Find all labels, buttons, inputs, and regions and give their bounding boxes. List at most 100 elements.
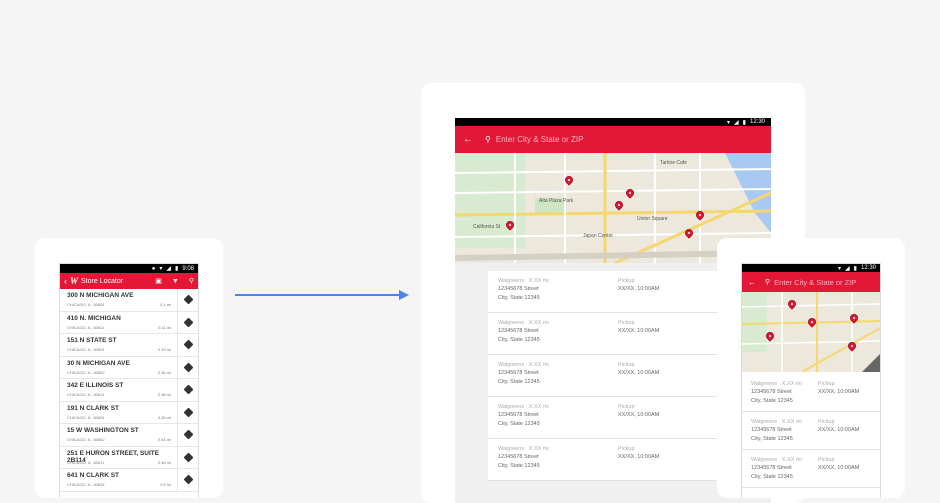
store-street: 12345678 Street (751, 389, 792, 396)
store-distance: 0.11 mi (158, 324, 171, 330)
status-bar: ▾ ◢ ▮ 12:30 (742, 264, 880, 272)
back-icon[interactable]: ‹ (64, 276, 67, 286)
search-input[interactable]: Enter City & State or ZIP (774, 278, 856, 287)
directions-button[interactable] (177, 469, 198, 491)
walgreens-logo-icon: W (70, 276, 79, 286)
result-card[interactable]: Walgreens X.XX mi 12345678 Street City, Sta… (742, 412, 880, 450)
map-label-japantown: Japan Center (583, 233, 614, 239)
store-city: CHICAGO, IL, 60601 (67, 347, 105, 352)
directions-icon (183, 452, 193, 463)
store-distance: 0.38 mi (157, 392, 171, 397)
store-info: 151 N STATE ST CHICAGO, IL, 60601 0.33 mi (67, 334, 177, 356)
map-view[interactable] (742, 292, 880, 372)
store-city: CHICAGO, IL, 60602 (67, 369, 105, 375)
store-name: Walgreens (751, 419, 778, 425)
store-distance: X.XX mi (528, 404, 549, 410)
status-bar: ● ▾ ◢ ▮ 9:08 (60, 264, 198, 273)
store-street: 12345678 Street (498, 412, 539, 419)
list-item[interactable]: 30 N MICHIGAN AVE CHICAGO, IL, 60602 0.36 … (60, 356, 198, 379)
filter-icon[interactable]: ▼ (172, 278, 179, 285)
pickup-time: XX/XX, 10:00AM (818, 465, 860, 472)
store-city: CHICAGO, IL, 60611 (67, 324, 105, 330)
result-card[interactable]: Walgreens X.XX mi 12345678 Street City, Sta… (488, 271, 738, 313)
store-address: 342 E ILLINOIS ST (67, 382, 124, 389)
result-card[interactable]: Walgreens X.XX mi 12345678 Street City, Sta… (488, 355, 738, 397)
directions-button[interactable] (177, 334, 198, 356)
list-item[interactable]: 191 N CLARK ST CHICAGO, IL, 60601 0.39 mi (60, 401, 198, 424)
directions-button[interactable] (177, 289, 198, 311)
store-info: 15 W WASHINGTON ST CHICAGO, IL, 60602 0.44… (67, 424, 177, 446)
directions-icon (183, 294, 193, 305)
directions-button[interactable] (177, 311, 198, 333)
map-label-cafe: Tartine Cafe (660, 160, 687, 166)
search-icon[interactable]: ⚲ (189, 277, 194, 285)
status-time: 12:30 (749, 119, 765, 125)
directions-button[interactable] (177, 356, 198, 378)
result-card[interactable]: Walgreens X.XX mi 12345678 Street City, Sta… (488, 439, 738, 481)
back-arrow-icon[interactable]: ← (748, 278, 756, 287)
directions-icon (183, 384, 193, 395)
store-city: CHICAGO, IL, 60611 (67, 392, 105, 397)
store-address: 300 N MICHIGAN AVE (67, 292, 134, 299)
list-item[interactable]: 410 N. MICHIGAN CHICAGO, IL, 60611 0.11 mi (60, 311, 198, 334)
store-name: Walgreens (751, 457, 778, 463)
map-view-icon[interactable]: ▣ (155, 277, 162, 285)
back-arrow-icon[interactable]: ← (463, 134, 473, 145)
list-item[interactable]: 300 N MICHIGAN AVE CHICAGO, IL, 60601 0.1 … (60, 289, 198, 312)
store-distance: 0.39 mi (157, 414, 171, 420)
map-label-park: Alta Plaza Park (539, 198, 574, 204)
result-card[interactable]: Walgreens X.XX mi 12345678 Street City, Sta… (742, 374, 880, 412)
list-item[interactable]: 151 N STATE ST CHICAGO, IL, 60601 0.33 mi (60, 334, 198, 357)
list-item[interactable]: 15 W WASHINGTON ST CHICAGO, IL, 60602 0.44… (60, 424, 198, 447)
store-street: 12345678 Street (751, 465, 792, 472)
store-city: City, State 12345 (751, 435, 793, 442)
store-list: 300 N MICHIGAN AVE CHICAGO, IL, 60601 0.1 … (60, 289, 198, 492)
store-city: CHICAGO, IL, 60602 (67, 437, 105, 442)
store-distance: X.XX mi (528, 278, 549, 284)
search-bar: ← ⚲ Enter City & State or ZIP (742, 272, 880, 292)
store-distance: X.XX mi (528, 320, 549, 326)
pickup-time: XX/XX, 10:00AM (618, 370, 660, 377)
directions-button[interactable] (177, 401, 198, 423)
result-card[interactable]: Walgreens X.XX mi 12345678 Street City, Sta… (742, 450, 880, 488)
store-address: 641 N CLARK ST (67, 472, 120, 479)
pickup-time: XX/XX, 10:00AM (818, 427, 860, 434)
list-item[interactable]: 641 N CLARK ST CHICAGO, IL, 60654 0.5 mi (60, 469, 198, 492)
status-time: 12:30 (860, 265, 876, 271)
pickup-time: XX/XX, 10:00AM (618, 454, 660, 461)
store-street: 12345678 Street (498, 370, 539, 377)
store-distance: 0.44 mi (157, 437, 171, 442)
pickup-time: XX/XX, 10:00AM (818, 389, 860, 396)
directions-button[interactable] (177, 424, 198, 446)
results-list: Walgreens X.XX mi 12345678 Street City, Sta… (742, 374, 880, 498)
store-street: 12345678 Street (751, 427, 792, 434)
wifi-icon: ▾ (159, 266, 163, 272)
store-distance: 0.48 mi (157, 459, 171, 465)
store-info: 191 N CLARK ST CHICAGO, IL, 60601 0.39 mi (67, 402, 177, 424)
store-distance: X.XX mi (528, 446, 549, 452)
result-card[interactable]: Walgreens X.XX mi 12345678 Street City, Sta… (488, 397, 738, 439)
store-city: CHICAGO, IL, 60601 (67, 302, 105, 307)
pickup-label: Pickup (618, 320, 635, 326)
map-label-square: Union Square (637, 216, 668, 222)
directions-button[interactable] (177, 446, 198, 468)
store-city: City, State 12345 (498, 378, 540, 385)
directions-button[interactable] (177, 379, 198, 401)
battery-icon: ▮ (742, 119, 746, 126)
store-street: 12345678 Street (498, 454, 539, 461)
search-input[interactable]: Enter City & State or ZIP (496, 135, 584, 144)
list-item[interactable]: 251 E HURON STREET, SUITE 2B114 CHICAGO, … (60, 446, 198, 469)
store-name: Walgreens (498, 320, 525, 326)
battery-icon: ▮ (853, 265, 857, 272)
pickup-time: XX/XX, 10:00AM (618, 286, 660, 293)
result-card[interactable]: Walgreens X.XX mi 12345678 Street City, Sta… (488, 313, 738, 355)
store-city: City, State 12345 (751, 397, 793, 404)
store-name: Walgreens (498, 278, 525, 284)
store-address: 151 N STATE ST (67, 337, 117, 344)
store-city: City, State 12345 (498, 462, 540, 469)
store-distance: X.XX mi (781, 419, 802, 425)
status-bar: ▾ ◢ ▮ 12:30 (455, 118, 771, 126)
list-item[interactable]: 342 E ILLINOIS ST CHICAGO, IL, 60611 0.38 … (60, 379, 198, 402)
map-label-street: California St (473, 224, 501, 230)
pickup-label: Pickup (818, 457, 835, 463)
